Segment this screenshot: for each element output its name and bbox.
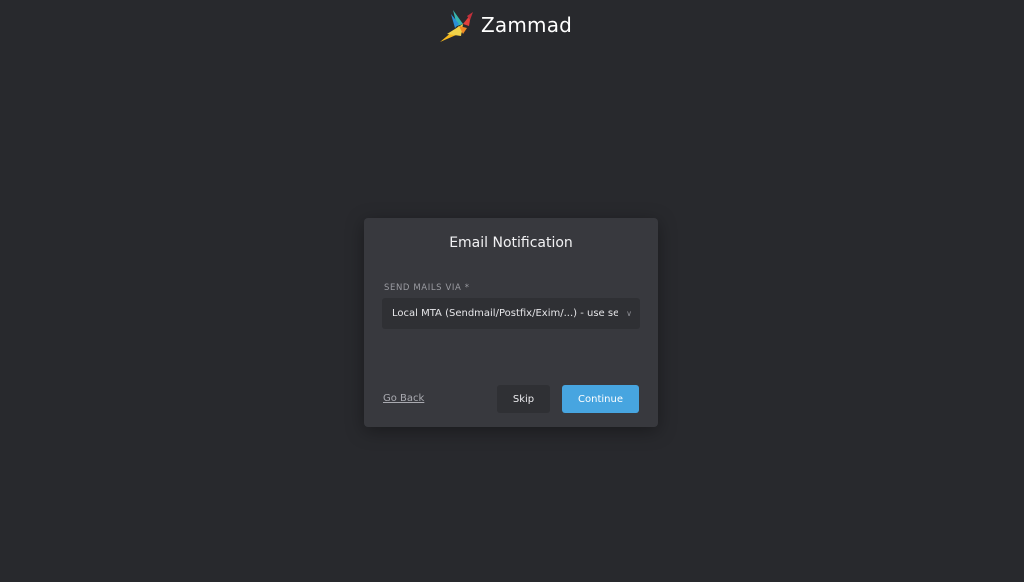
zammad-logo: Zammad (437, 6, 572, 44)
chevron-down-icon: ∨ (626, 309, 632, 318)
email-notification-dialog: Email Notification SEND MAILS VIA * Loca… (364, 218, 658, 427)
select-value: Local MTA (Sendmail/Postfix/Exim/...) - … (392, 308, 618, 319)
zammad-bird-icon (437, 6, 477, 44)
skip-button[interactable]: Skip (497, 385, 550, 413)
logo-text: Zammad (481, 13, 573, 37)
dialog-title: Email Notification (449, 235, 573, 251)
send-mails-via-select[interactable]: Local MTA (Sendmail/Postfix/Exim/...) - … (382, 298, 640, 329)
send-mails-via-label: SEND MAILS VIA * (384, 283, 470, 293)
go-back-link[interactable]: Go Back (383, 393, 424, 404)
continue-button[interactable]: Continue (562, 385, 639, 413)
